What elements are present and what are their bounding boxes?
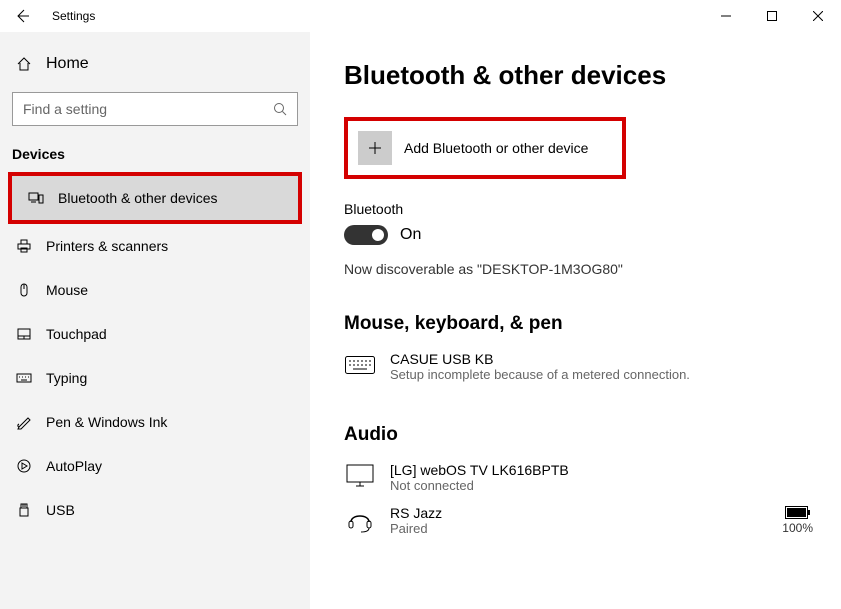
keyboard-icon	[16, 370, 32, 386]
back-button[interactable]	[0, 0, 44, 32]
device-name: RS Jazz	[390, 505, 442, 521]
sidebar-item-label: Bluetooth & other devices	[58, 190, 218, 206]
sidebar-item-autoplay[interactable]: AutoPlay	[0, 444, 310, 488]
content-area: Bluetooth & other devices Add Bluetooth …	[310, 32, 841, 609]
close-button[interactable]	[795, 0, 841, 32]
arrow-left-icon	[14, 8, 30, 24]
sidebar-item-pen[interactable]: Pen & Windows Ink	[0, 400, 310, 444]
sidebar-item-label: Pen & Windows Ink	[46, 414, 167, 430]
titlebar: Settings	[0, 0, 841, 32]
device-row-tv[interactable]: [LG] webOS TV LK616BPTB Not connected	[344, 456, 821, 499]
section-mouse-keyboard: Mouse, keyboard, & pen	[344, 313, 821, 335]
touchpad-icon	[16, 326, 32, 342]
device-text: [LG] webOS TV LK616BPTB Not connected	[390, 462, 569, 493]
search-placeholder: Find a setting	[23, 101, 273, 117]
sidebar-item-label: USB	[46, 502, 75, 518]
plus-icon	[367, 140, 383, 156]
monitor-icon	[344, 462, 376, 490]
section-audio: Audio	[344, 424, 821, 446]
battery-icon	[785, 506, 811, 519]
device-text: RS Jazz Paired	[390, 505, 442, 536]
highlight-bluetooth-sidebar: Bluetooth & other devices	[8, 172, 302, 224]
mouse-icon	[16, 282, 32, 298]
device-status: Paired	[390, 521, 442, 536]
plus-tile	[358, 131, 392, 165]
bluetooth-state: On	[400, 226, 421, 244]
keyboard-icon	[344, 351, 376, 379]
home-icon	[16, 56, 32, 72]
pen-icon	[16, 414, 32, 430]
add-device-label: Add Bluetooth or other device	[404, 140, 588, 156]
highlight-add-device: Add Bluetooth or other device	[344, 117, 626, 179]
sidebar-item-bluetooth[interactable]: Bluetooth & other devices	[12, 176, 298, 220]
headset-icon	[344, 507, 376, 535]
sidebar-item-typing[interactable]: Typing	[0, 356, 310, 400]
sidebar-item-touchpad[interactable]: Touchpad	[0, 312, 310, 356]
device-text: CASUE USB KB Setup incomplete because of…	[390, 351, 690, 382]
home-label: Home	[46, 55, 89, 73]
minimize-button[interactable]	[703, 0, 749, 32]
bluetooth-toggle[interactable]	[344, 225, 388, 245]
main-area: Home Find a setting Devices Bluetooth & …	[0, 32, 841, 609]
bluetooth-toggle-row: On	[344, 225, 821, 245]
window-controls	[703, 0, 841, 32]
add-device-button[interactable]: Add Bluetooth or other device	[354, 127, 616, 169]
device-status: Not connected	[390, 478, 569, 493]
close-icon	[813, 11, 823, 21]
sidebar-item-label: Printers & scanners	[46, 238, 168, 254]
window-title: Settings	[52, 9, 95, 23]
maximize-icon	[767, 11, 777, 21]
sidebar-item-label: Touchpad	[46, 326, 107, 342]
battery-percent: 100%	[782, 521, 813, 535]
sidebar-item-label: Mouse	[46, 282, 88, 298]
page-title: Bluetooth & other devices	[344, 60, 821, 91]
battery-indicator: 100%	[782, 506, 821, 535]
device-row-keyboard[interactable]: CASUE USB KB Setup incomplete because of…	[344, 345, 821, 388]
discoverable-text: Now discoverable as "DESKTOP-1M3OG80"	[344, 261, 821, 277]
device-name: [LG] webOS TV LK616BPTB	[390, 462, 569, 478]
home-nav-item[interactable]: Home	[0, 44, 310, 84]
device-name: CASUE USB KB	[390, 351, 690, 367]
sidebar: Home Find a setting Devices Bluetooth & …	[0, 32, 310, 609]
usb-icon	[16, 502, 32, 518]
sidebar-item-usb[interactable]: USB	[0, 488, 310, 532]
sidebar-section-header: Devices	[0, 142, 310, 172]
device-status: Setup incomplete because of a metered co…	[390, 367, 690, 382]
maximize-button[interactable]	[749, 0, 795, 32]
sidebar-item-label: Typing	[46, 370, 87, 386]
toggle-knob	[372, 229, 384, 241]
minimize-icon	[721, 11, 731, 21]
search-icon	[273, 102, 287, 116]
devices-icon	[28, 190, 44, 206]
search-input[interactable]: Find a setting	[12, 92, 298, 126]
bluetooth-label: Bluetooth	[344, 201, 821, 217]
autoplay-icon	[16, 458, 32, 474]
sidebar-item-mouse[interactable]: Mouse	[0, 268, 310, 312]
sidebar-item-printers[interactable]: Printers & scanners	[0, 224, 310, 268]
device-row-headset[interactable]: RS Jazz Paired 100%	[344, 499, 821, 542]
sidebar-item-label: AutoPlay	[46, 458, 102, 474]
printer-icon	[16, 238, 32, 254]
